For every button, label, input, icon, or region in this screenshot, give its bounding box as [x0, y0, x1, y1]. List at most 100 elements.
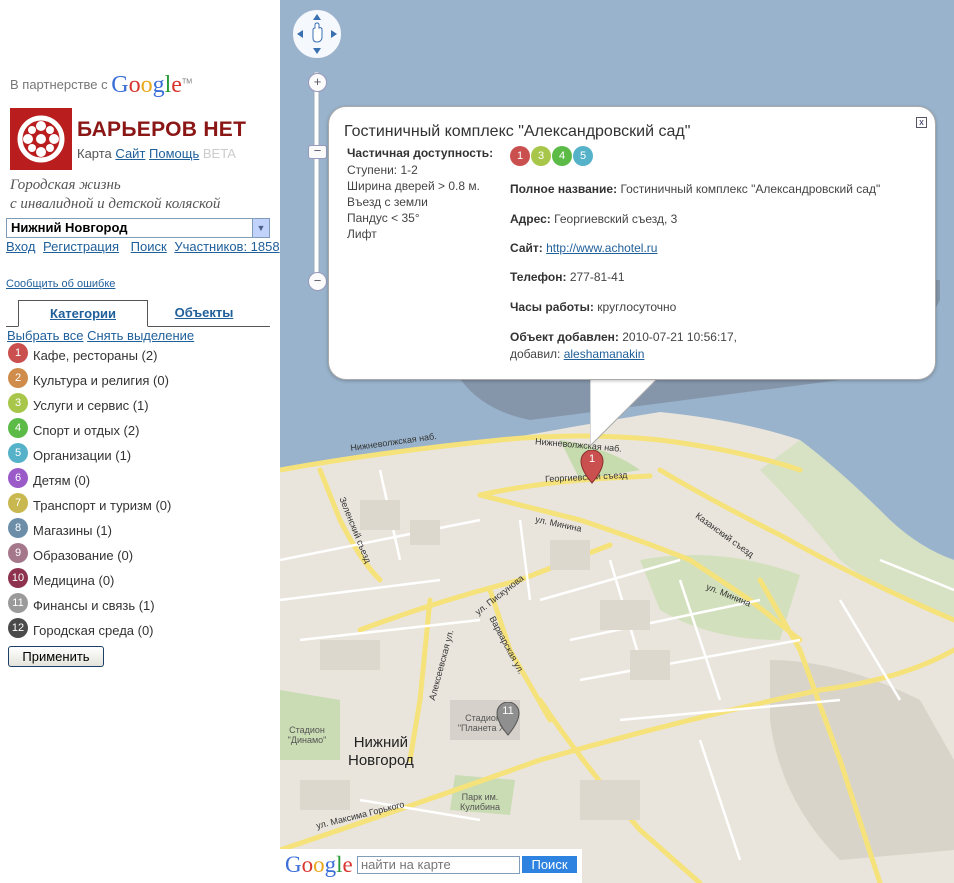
city-select-value: Нижний Новгород: [11, 220, 128, 235]
category-number-icon: 12: [8, 618, 28, 638]
category-label: Детям (0): [33, 473, 91, 488]
city-label: Нижний Новгород: [348, 734, 414, 770]
zoom-handle[interactable]: −: [308, 144, 327, 159]
site-field: Сайт: http://www.achotel.ru: [510, 241, 657, 255]
map-pin-11[interactable]: 11: [496, 701, 520, 739]
added-by-link[interactable]: aleshamanakin: [564, 347, 645, 361]
category-number-icon: 6: [8, 468, 28, 488]
deselect-link[interactable]: Снять выделение: [87, 328, 194, 343]
category-number-icon: 8: [8, 518, 28, 538]
search-link[interactable]: Поиск: [131, 239, 167, 254]
address-label: Адрес:: [510, 212, 551, 226]
accessibility-item: Въезд с земли: [347, 195, 428, 209]
google-logo[interactable]: Google: [111, 72, 182, 98]
accessibility-item: Пандус < 35°: [347, 211, 420, 225]
close-icon[interactable]: x: [916, 117, 927, 128]
category-number-icon: 11: [8, 593, 28, 613]
category-number-icon: 4: [552, 146, 572, 166]
beta-label: BETA: [202, 146, 236, 161]
category-number-icon: 3: [531, 146, 551, 166]
map-pin-1[interactable]: 1: [580, 449, 604, 487]
select-all-link[interactable]: Выбрать все: [7, 328, 83, 343]
poi-label: Стадион "Динамо": [287, 725, 327, 745]
address-field: Адрес: Георгиевский съезд, 3: [510, 212, 677, 226]
partner-text: В партнерстве с: [10, 76, 108, 92]
map-search-input[interactable]: найти на карте: [357, 856, 520, 874]
category-label: Финансы и связь (1): [33, 598, 155, 613]
zoom-slider[interactable]: [310, 71, 323, 291]
tagline: Городская жизнь с инвалидной и детской к…: [10, 176, 220, 214]
added-by-label: добавил:: [510, 347, 561, 361]
site-logo[interactable]: [10, 108, 72, 170]
apply-button[interactable]: Применить: [8, 646, 104, 667]
help-link[interactable]: Помощь: [149, 146, 199, 161]
accessibility-item: Ширина дверей > 0.8 м.: [347, 179, 480, 193]
zoom-track: [313, 71, 320, 291]
hours-value: круглосуточно: [597, 300, 677, 314]
added-value: 2010-07-21 10:56:17,: [622, 330, 737, 344]
category-label: Медицина (0): [33, 573, 115, 588]
site-label: Сайт:: [510, 241, 543, 255]
tab-objects[interactable]: Объекты: [156, 300, 252, 325]
map-search-button[interactable]: Поиск: [522, 856, 577, 873]
pin-number: 11: [502, 705, 514, 717]
phone-value: 277-81-41: [569, 270, 625, 284]
city-label-line-1: Нижний: [353, 734, 409, 751]
category-label: Транспорт и туризм (0): [33, 498, 172, 513]
info-window: Гостиничный комплекс "Александровский са…: [328, 106, 936, 380]
brand-title: БАРЬЕРОВ НЕТ: [77, 118, 247, 141]
category-number-icon: 5: [573, 146, 593, 166]
login-link[interactable]: Вход: [6, 239, 35, 254]
city-select[interactable]: Нижний Новгород ▼: [6, 218, 270, 238]
tab-categories[interactable]: Категории: [18, 300, 148, 327]
category-label: Магазины (1): [33, 523, 112, 538]
category-number-icon: 3: [8, 393, 28, 413]
tab-bar: Категории Объекты: [6, 300, 270, 327]
category-number-icon: 2: [8, 368, 28, 388]
user-links: Вход Регистрация Поиск Участников: 1858: [6, 239, 284, 254]
address-value: Георгиевский съезд, 3: [554, 212, 678, 226]
zoom-out-button[interactable]: −: [308, 272, 327, 291]
info-title: Гостиничный комплекс "Александровский са…: [344, 123, 691, 140]
trademark: TM: [181, 78, 193, 86]
map-search-bar: Google найти на карте Поиск: [280, 849, 582, 883]
accessibility-categories: 1345: [510, 146, 594, 166]
wheel-icon: [17, 115, 65, 163]
map-label: Карта: [77, 146, 112, 161]
bubble-tail: [590, 376, 660, 446]
hours-field: Часы работы: круглосуточно: [510, 300, 676, 314]
category-number-icon: 7: [8, 493, 28, 513]
report-error-link[interactable]: Сообщить об ошибке: [6, 278, 115, 290]
category-label: Организации (1): [33, 448, 132, 463]
category-label: Культура и религия (0): [33, 373, 169, 388]
full-name-value: Гостиничный комплекс "Александровский са…: [620, 182, 881, 196]
category-label: Спорт и отдых (2): [33, 423, 140, 438]
partner-line: В партнерстве с GoogleTM: [10, 72, 192, 99]
brand-links: Карта Сайт Помощь BETA: [77, 146, 236, 161]
category-number-icon: 9: [8, 543, 28, 563]
tagline-line-1: Городская жизнь: [10, 177, 121, 193]
category-label: Услуги и сервис (1): [33, 398, 149, 413]
phone-label: Телефон:: [510, 270, 567, 284]
pan-control[interactable]: [292, 9, 342, 59]
sidebar: В партнерстве с GoogleTM БАРЬЕРОВ НЕТ Ка…: [0, 0, 280, 883]
category-number-icon: 5: [8, 443, 28, 463]
pin-number: 1: [588, 453, 596, 465]
full-name-field: Полное название: Гостиничный комплекс "А…: [510, 182, 880, 196]
category-number-icon: 10: [8, 568, 28, 588]
register-link[interactable]: Регистрация: [43, 239, 119, 254]
participants-link[interactable]: Участников: 1858: [174, 239, 279, 254]
hours-label: Часы работы:: [510, 300, 594, 314]
accessibility-item: Лифт: [347, 227, 377, 241]
chevron-down-icon[interactable]: ▼: [252, 219, 269, 237]
accessibility-list: Ступени: 1-2 Ширина дверей > 0.8 м. Въезд …: [347, 162, 480, 242]
pan-arrows-icon: [297, 14, 337, 54]
selection-links: Выбрать все Снять выделение: [7, 328, 194, 343]
map[interactable]: Нижневолжская наб. Нижневолжская наб. Ге…: [280, 0, 954, 883]
site-url-link[interactable]: http://www.achotel.ru: [546, 241, 657, 255]
tagline-line-2: с инвалидной и детской коляской: [10, 196, 221, 212]
site-link[interactable]: Сайт: [115, 146, 145, 161]
zoom-in-button[interactable]: +: [308, 73, 327, 92]
full-name-label: Полное название:: [510, 182, 618, 196]
category-label: Образование (0): [33, 548, 134, 563]
